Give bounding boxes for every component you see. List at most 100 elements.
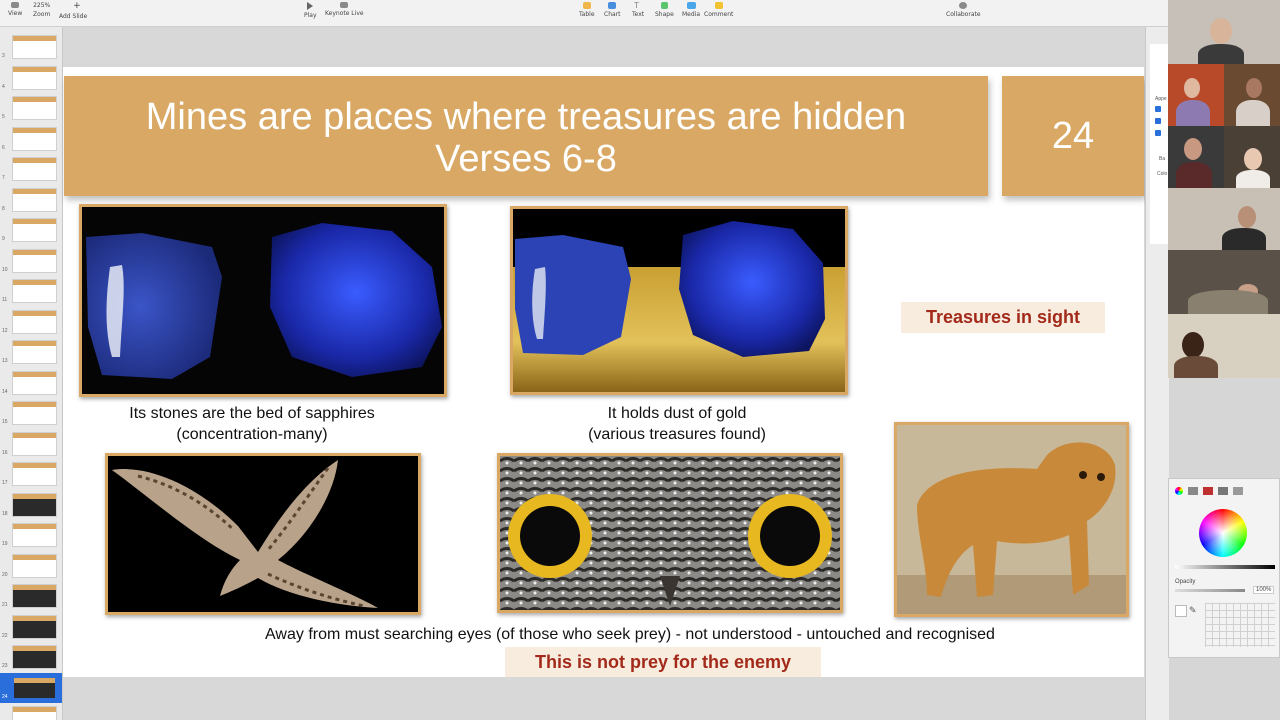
lion-cub-image[interactable] [894,422,1129,617]
collaborate-label: Collaborate [946,11,981,18]
slide-thumbnail[interactable] [12,309,57,334]
shape-label: Shape [655,11,674,18]
slide-thumbnail-number: 19 [2,541,8,547]
video-tile-5[interactable] [1224,126,1280,188]
slide-thumbnail[interactable] [12,157,57,181]
slide-thumbnail[interactable] [12,523,57,547]
slide-thumbnail[interactable] [12,35,57,59]
slide-thumbnail-title-bar [13,371,56,377]
app-toolbar: View 225% Zoom + Add Slide Play Keynote … [0,0,1168,27]
image-palette-icon[interactable] [1218,487,1228,495]
inspector-panel[interactable]: Appe Ba Colo [1150,44,1168,244]
video-tile-2[interactable] [1168,64,1224,126]
slide-thumbnail[interactable] [12,65,57,90]
shape-button[interactable]: Shape [655,2,674,18]
slide-thumbnail[interactable] [12,614,57,639]
video-tile-7[interactable] [1168,250,1280,314]
slide-navigator[interactable]: 345678910111213141516171819202122232425 [0,27,63,720]
gold-caption-line1: It holds dust of gold [607,405,747,422]
comment-button[interactable]: Comment [704,2,733,18]
slide-thumbnail-title-bar [13,493,56,499]
checkbox-2[interactable] [1155,118,1161,124]
slide-thumbnail-number: 3 [2,53,5,59]
slide-thumbnail-number: 4 [2,83,5,90]
slide-thumbnail[interactable] [12,401,57,425]
gold-dust-image[interactable] [510,206,848,395]
sapphires-caption[interactable]: Its stones are the bed of sapphires (con… [96,403,408,445]
slide-thumbnail[interactable] [12,218,57,242]
view-button[interactable]: View [8,2,22,17]
video-tile-1[interactable] [1168,0,1280,64]
color-picker-modes[interactable] [1175,487,1245,497]
slide-thumbnail[interactable] [12,706,57,720]
slide-thumbnail[interactable] [12,187,57,212]
participant-body [1176,162,1212,188]
comment-icon [714,2,723,9]
slide-thumbnail[interactable] [12,645,57,669]
zoom-control[interactable]: 225% Zoom [33,2,50,18]
owl-eyes-graphic [500,456,840,610]
video-tile-3[interactable] [1224,64,1280,126]
checkbox-1[interactable] [1155,106,1161,112]
gold-caption[interactable]: It holds dust of gold (various treasures… [536,403,818,445]
brightness-slider[interactable] [1175,565,1275,569]
play-icon [307,2,314,10]
slide-number-box[interactable]: 24 [1002,76,1144,196]
slide-thumbnail[interactable] [12,96,57,120]
participant-avatar [1210,18,1232,44]
slide-thumbnail[interactable] [12,126,57,151]
keynote-live-button[interactable]: Keynote Live [325,2,364,17]
slide-thumbnail[interactable] [12,431,57,456]
color-swatch-grid[interactable] [1205,603,1275,647]
slide-thumbnail[interactable] [12,462,57,486]
collaborate-button[interactable]: Collaborate [946,2,981,18]
slide-thumbnail[interactable] [12,248,57,273]
video-tile-4[interactable] [1168,126,1224,188]
title-box[interactable]: Mines are places where treasures are hid… [64,76,988,196]
sliders-mode-icon[interactable] [1188,487,1198,495]
participant-avatar [1184,138,1202,160]
slide-thumbnail-title-bar [13,97,56,102]
falcon-image[interactable] [105,453,421,615]
slide-thumbnail[interactable] [12,584,57,608]
slide-thumbnail-title-bar [13,463,56,468]
opacity-value[interactable]: 100% [1253,586,1275,594]
slide-thumbnail-number: 9 [2,236,5,242]
eyes-caption[interactable]: Away from must searching eyes (of those … [190,624,1070,645]
text-button[interactable]: T Text [632,2,644,19]
color-wheel-mode-icon[interactable] [1175,487,1183,495]
slide-thumbnail-title-bar [13,432,56,438]
slide-thumbnail-number: 24 [2,693,8,700]
chart-button[interactable]: Chart [604,2,621,18]
pencils-mode-icon[interactable] [1233,487,1243,495]
eyedropper-icon[interactable]: ✎ [1189,605,1197,616]
slide-thumbnail[interactable] [12,553,57,578]
table-icon [582,2,591,9]
sapphires-image[interactable] [79,204,447,397]
slide-thumbnail[interactable] [12,340,57,364]
opacity-slider[interactable] [1175,589,1245,592]
slide-thumbnail[interactable] [12,675,57,700]
slide-thumbnail[interactable] [12,492,57,517]
participant-body [1236,100,1270,126]
slide-thumbnail-title-bar [14,677,55,683]
slide-thumbnail[interactable] [12,279,57,303]
checkbox-3[interactable] [1155,130,1161,136]
treasures-callout[interactable]: Treasures in sight [901,302,1105,333]
slide-thumbnail-number: 8 [2,205,5,212]
slide-thumbnail[interactable] [12,370,57,395]
palettes-mode-icon[interactable] [1203,487,1213,495]
owl-eyes-image[interactable] [497,453,843,613]
video-tile-8[interactable] [1168,314,1280,378]
media-button[interactable]: Media [682,2,700,18]
color-picker-panel[interactable]: Opacity 100% ✎ [1168,478,1280,658]
table-button[interactable]: Table [579,2,595,18]
play-button[interactable]: Play [304,2,317,19]
add-slide-button[interactable]: + Add Slide [59,2,87,21]
current-color-swatch[interactable] [1175,605,1187,617]
color-wheel[interactable] [1199,509,1247,557]
video-tile-6[interactable] [1168,188,1280,250]
gold-caption-line2: (various treasures found) [588,426,766,443]
view-icon [11,2,20,8]
prey-callout[interactable]: This is not prey for the enemy [505,647,821,677]
